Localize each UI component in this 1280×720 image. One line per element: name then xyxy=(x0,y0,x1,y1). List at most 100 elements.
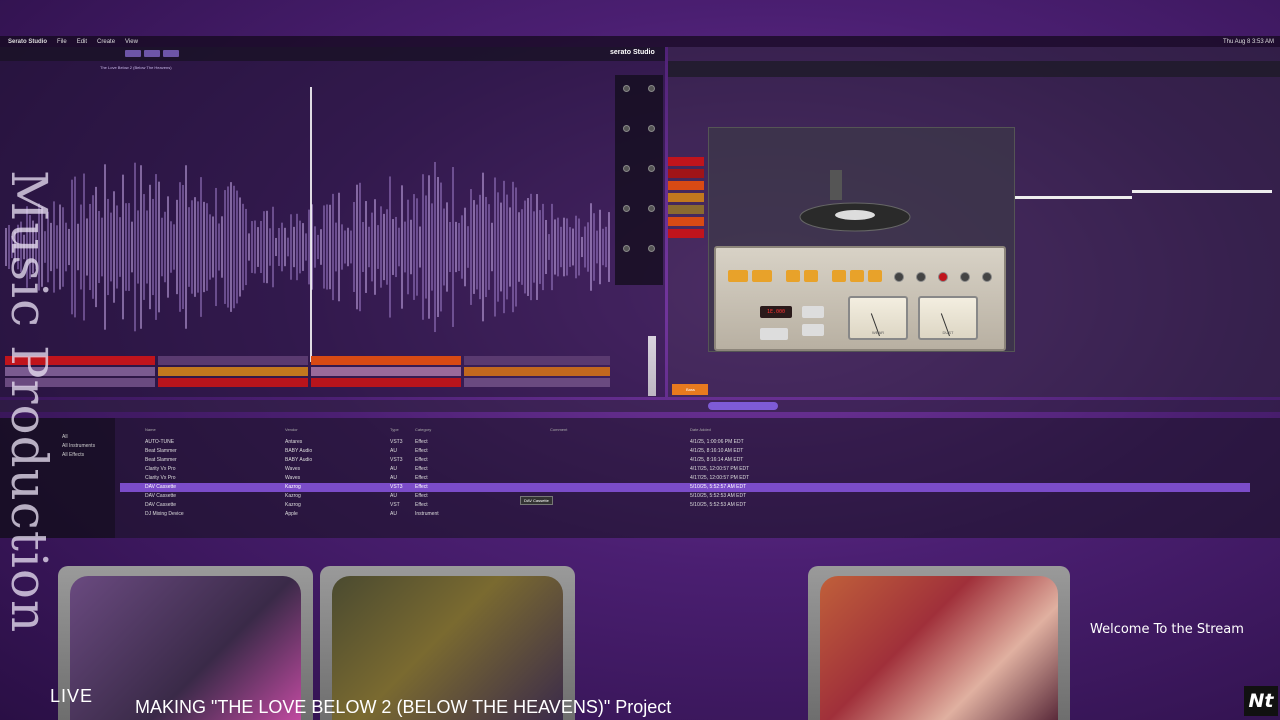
waveform-bar xyxy=(542,203,544,291)
generation-button[interactable] xyxy=(728,270,748,282)
column-header[interactable]: Type xyxy=(390,427,399,432)
cue-pad[interactable] xyxy=(158,356,308,365)
cue-pad[interactable] xyxy=(311,356,461,365)
table-cell-vendor: Antares xyxy=(285,439,303,445)
cartridge-button-2[interactable] xyxy=(850,270,864,282)
cue-pad[interactable] xyxy=(464,378,610,387)
waveform-bar xyxy=(227,186,229,308)
column-header[interactable]: Name xyxy=(145,427,156,432)
eq-knob-high[interactable] xyxy=(623,85,630,92)
cartridge-button-3[interactable] xyxy=(868,270,882,282)
table-cell-vendor: Waves xyxy=(285,466,301,472)
table-cell-name: DAV Cassette xyxy=(145,484,177,490)
level-knob[interactable] xyxy=(894,272,904,282)
column-header[interactable]: Date Added xyxy=(690,427,711,432)
slow-down-button[interactable] xyxy=(802,306,824,318)
waveform-bar xyxy=(512,181,514,313)
track-color[interactable] xyxy=(668,169,704,178)
eq-knob-filter[interactable] xyxy=(623,205,630,212)
tab-mixer[interactable] xyxy=(163,50,179,57)
waveform-bar xyxy=(335,222,337,272)
table-row[interactable]: DAV Cassette Kazrog VST Effect 5/10/25, 5:52… xyxy=(120,501,1250,510)
waveform-bar xyxy=(416,198,418,296)
menu-create[interactable]: Create xyxy=(97,39,115,45)
density-knob[interactable] xyxy=(938,272,948,282)
turntable-button-1[interactable] xyxy=(786,270,800,282)
waveform-bar xyxy=(467,226,469,268)
output-knob[interactable] xyxy=(982,272,992,282)
track-color[interactable] xyxy=(668,217,704,226)
table-row[interactable]: Clarity Vx Pro Waves AU Effect 4/17/25, 12:0… xyxy=(120,474,1250,483)
table-row[interactable]: DAV Cassette Kazrog AU Effect 5/10/25, 5:52:… xyxy=(120,492,1250,501)
crackle-knob[interactable] xyxy=(916,272,926,282)
waveform-bar xyxy=(557,217,559,277)
menu-view[interactable]: View xyxy=(125,39,138,45)
waveform-bar xyxy=(200,177,202,317)
eq-knob-fx2[interactable] xyxy=(648,245,655,252)
table-row[interactable]: Beat Slammer BABY Audio AU Effect 4/1/25, 8:… xyxy=(120,447,1250,456)
playhead[interactable] xyxy=(310,87,312,362)
eq-knob-low2[interactable] xyxy=(648,165,655,172)
waveform-bar xyxy=(563,217,565,277)
clicks-knob[interactable] xyxy=(960,272,970,282)
cue-pad[interactable] xyxy=(311,378,461,387)
cue-pad[interactable] xyxy=(464,356,610,365)
timeline-ruler[interactable] xyxy=(668,61,1280,77)
tab-song[interactable] xyxy=(125,50,141,57)
vu-meter-dust: DUST xyxy=(918,296,978,340)
auto-release-button[interactable] xyxy=(802,324,824,336)
waveform-bar xyxy=(338,192,340,302)
eq-knob-mid[interactable] xyxy=(623,125,630,132)
sidebar-item-effects[interactable]: All Effects xyxy=(62,452,84,458)
cue-pad[interactable] xyxy=(311,367,461,376)
table-row[interactable]: AUTO-TUNE Antares VST3 Effect 4/1/25, 1:00:0… xyxy=(120,438,1250,447)
table-row[interactable]: DJ Mixing Device Apple AU Instrument xyxy=(120,510,1250,519)
waveform-bar xyxy=(167,196,169,298)
transport-selection[interactable] xyxy=(708,402,778,410)
eq-knob-gain[interactable] xyxy=(648,85,655,92)
cue-pad[interactable] xyxy=(158,367,308,376)
waveform-bar xyxy=(491,222,493,272)
cartridge-button-1[interactable] xyxy=(832,270,846,282)
table-row[interactable]: Beat Slammer BABY Audio VST3 Effect 4/1/25, … xyxy=(120,456,1250,465)
waveform-bar xyxy=(380,206,382,288)
eq-knob-mid2[interactable] xyxy=(648,125,655,132)
eq-knob-low[interactable] xyxy=(623,165,630,172)
cue-pad[interactable] xyxy=(464,367,610,376)
waveform-bar xyxy=(272,206,274,288)
column-header[interactable]: Comment xyxy=(550,427,567,432)
track-color[interactable] xyxy=(668,157,704,166)
sidebar-item-all[interactable]: All xyxy=(62,434,68,440)
transport-bar xyxy=(0,400,1280,412)
table-row[interactable]: Clarity Vx Pro Waves AU Effect 4/17/25, 12:0… xyxy=(120,465,1250,474)
level-meter xyxy=(648,336,656,396)
waveform-bar xyxy=(410,219,412,275)
welcome-text: Welcome To the Stream xyxy=(1090,622,1244,637)
menu-edit[interactable]: Edit xyxy=(77,39,87,45)
time-format-button[interactable] xyxy=(760,328,788,340)
turntable-button-2[interactable] xyxy=(804,270,818,282)
eq-knob-fx[interactable] xyxy=(623,245,630,252)
spin-button[interactable] xyxy=(752,270,772,282)
table-row[interactable]: DAV Cassette Kazrog VST3 Effect 5/10/25, 5:5… xyxy=(120,483,1250,492)
eq-knob-filter2[interactable] xyxy=(648,205,655,212)
audio-clip[interactable]: Bass xyxy=(672,384,708,395)
waveform-display[interactable] xyxy=(5,127,610,367)
waveform-bar xyxy=(518,212,520,282)
automation-line[interactable] xyxy=(1015,196,1132,199)
cue-pad[interactable] xyxy=(158,378,308,387)
sidebar-item-instruments[interactable]: All Instruments xyxy=(62,443,95,449)
waveform-bar xyxy=(86,218,88,276)
column-header[interactable]: Vendor xyxy=(285,427,298,432)
track-color[interactable] xyxy=(668,205,704,214)
column-header[interactable]: Category xyxy=(415,427,431,432)
track-color[interactable] xyxy=(668,181,704,190)
waveform-bar xyxy=(587,222,589,272)
menubar-app-name[interactable]: Serato Studio xyxy=(8,39,47,45)
track-color[interactable] xyxy=(668,229,704,238)
tab-pattern[interactable] xyxy=(144,50,160,57)
waveform-bar xyxy=(65,222,67,272)
automation-line[interactable] xyxy=(1132,190,1272,193)
track-color[interactable] xyxy=(668,193,704,202)
menu-file[interactable]: File xyxy=(57,39,67,45)
